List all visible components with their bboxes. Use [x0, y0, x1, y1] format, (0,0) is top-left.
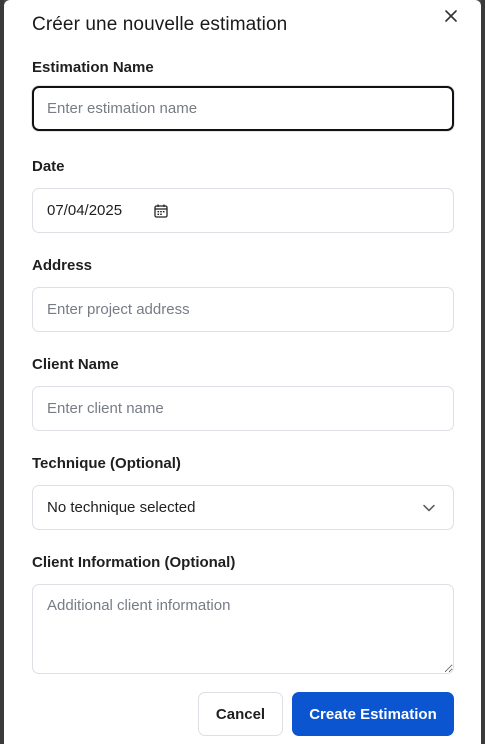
- date-value: 07/04/2025: [47, 202, 123, 219]
- calendar-icon[interactable]: [154, 204, 168, 218]
- client-name-label: Client Name: [32, 356, 119, 373]
- date-label: Date: [32, 158, 65, 175]
- cancel-button[interactable]: Cancel: [198, 692, 283, 736]
- date-input[interactable]: 07/04/2025: [32, 188, 454, 233]
- close-icon: [445, 10, 457, 22]
- close-button[interactable]: [439, 4, 463, 28]
- address-label: Address: [32, 257, 93, 274]
- address-input[interactable]: [32, 287, 454, 332]
- create-estimation-button[interactable]: Create Estimation: [292, 692, 454, 736]
- dialog-title: Créer une nouvelle estimation: [32, 14, 288, 35]
- chevron-down-icon: [423, 504, 435, 511]
- technique-label: Technique (Optional): [32, 455, 181, 472]
- technique-selected-value: No technique selected: [47, 499, 196, 516]
- modal-backdrop-right: [481, 0, 485, 744]
- client-information-textarea[interactable]: [32, 584, 454, 674]
- create-estimation-dialog: Créer une nouvelle estimation Estimation…: [4, 0, 481, 744]
- client-information-label: Client Information (Optional): [32, 554, 236, 571]
- estimation-name-input[interactable]: [32, 86, 454, 131]
- technique-select[interactable]: No technique selected: [32, 485, 454, 530]
- estimation-name-label: Estimation Name: [32, 59, 154, 76]
- client-name-input[interactable]: [32, 386, 454, 431]
